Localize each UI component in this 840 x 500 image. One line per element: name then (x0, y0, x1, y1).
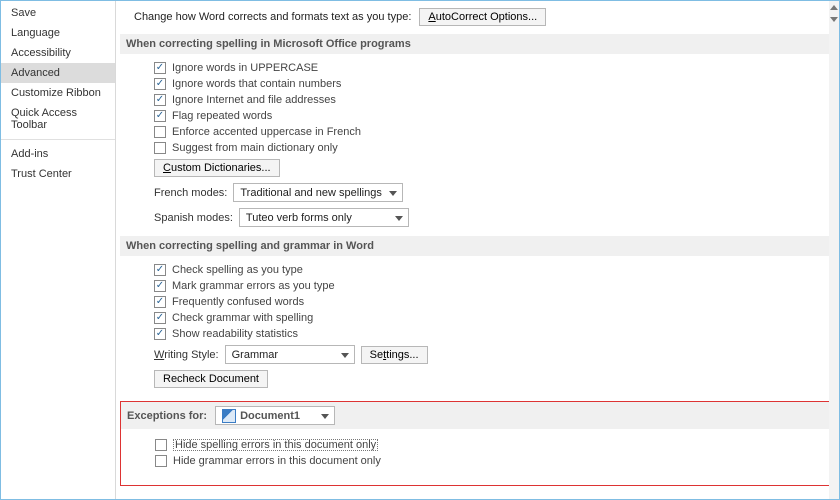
chk-readability[interactable] (154, 328, 166, 340)
writing-style-label: Writing Style: (154, 349, 219, 361)
chk-hide-spelling[interactable] (155, 439, 167, 451)
chk-internet-label: Ignore Internet and file addresses (172, 94, 336, 106)
exceptions-doc-label: Document1 (240, 410, 300, 422)
autocorrect-options-button[interactable]: AutoCorrect Options... (419, 8, 546, 26)
sidebar-item-trust-center[interactable]: Trust Center (1, 164, 115, 184)
sidebar-item-language[interactable]: Language (1, 23, 115, 43)
exceptions-title: Exceptions for: (127, 410, 207, 422)
sidebar-item-save[interactable]: Save (1, 3, 115, 23)
sidebar-item-customize-ribbon[interactable]: Customize Ribbon (1, 83, 115, 103)
sidebar-item-advanced[interactable]: Advanced (1, 63, 115, 83)
chk-hide-grammar-label: Hide grammar errors in this document onl… (173, 455, 381, 467)
sidebar-item-addins[interactable]: Add-ins (1, 144, 115, 164)
recheck-document-button[interactable]: Recheck Document (154, 370, 268, 388)
chk-uppercase-label: Ignore words in UPPERCASE (172, 62, 318, 74)
french-modes-label: French modes: (154, 187, 227, 199)
chk-french-accent[interactable] (154, 126, 166, 138)
chk-spell-type-label: Check spelling as you type (172, 264, 303, 276)
french-modes-dropdown[interactable]: Traditional and new spellings (233, 183, 403, 202)
chk-confused-label: Frequently confused words (172, 296, 304, 308)
chk-repeated[interactable] (154, 110, 166, 122)
document-icon (222, 409, 236, 423)
chk-grammar-spell-label: Check grammar with spelling (172, 312, 313, 324)
section-spelling-office: When correcting spelling in Microsoft Of… (120, 34, 839, 54)
sidebar-item-accessibility[interactable]: Accessibility (1, 43, 115, 63)
chk-hide-grammar[interactable] (155, 455, 167, 467)
chk-main-dict-label: Suggest from main dictionary only (172, 142, 338, 154)
options-content: Change how Word corrects and formats tex… (116, 1, 839, 499)
exceptions-highlight: Exceptions for: Document1 Hide spelling … (120, 401, 839, 486)
chk-french-accent-label: Enforce accented uppercase in French (172, 126, 361, 138)
intro-text: Change how Word corrects and formats tex… (134, 11, 411, 23)
spanish-modes-label: Spanish modes: (154, 212, 233, 224)
custom-dictionaries-button[interactable]: Custom Dictionaries... (154, 159, 280, 177)
sidebar-item-quick-access[interactable]: Quick Access Toolbar (1, 103, 115, 135)
spanish-modes-dropdown[interactable]: Tuteo verb forms only (239, 208, 409, 227)
section-spelling-word: When correcting spelling and grammar in … (120, 236, 839, 256)
chk-grammar-spell[interactable] (154, 312, 166, 324)
chk-numbers-label: Ignore words that contain numbers (172, 78, 341, 90)
chk-confused[interactable] (154, 296, 166, 308)
scroll-up-icon[interactable] (829, 1, 839, 13)
chk-spell-type[interactable] (154, 264, 166, 276)
options-sidebar: Save Language Accessibility Advanced Cus… (1, 1, 116, 499)
chk-internet[interactable] (154, 94, 166, 106)
chk-uppercase[interactable] (154, 62, 166, 74)
chk-mark-grammar[interactable] (154, 280, 166, 292)
writing-style-dropdown[interactable]: Grammar (225, 345, 355, 364)
chk-hide-spelling-label: Hide spelling errors in this document on… (173, 439, 378, 451)
chk-main-dict[interactable] (154, 142, 166, 154)
chk-mark-grammar-label: Mark grammar errors as you type (172, 280, 335, 292)
chk-numbers[interactable] (154, 78, 166, 90)
sidebar-separator (1, 139, 115, 140)
chk-repeated-label: Flag repeated words (172, 110, 272, 122)
scroll-down-icon[interactable] (829, 13, 839, 25)
chk-readability-label: Show readability statistics (172, 328, 298, 340)
exceptions-dropdown[interactable]: Document1 (215, 406, 335, 425)
vertical-scrollbar[interactable] (829, 1, 839, 499)
settings-button[interactable]: Settings... (361, 346, 428, 364)
